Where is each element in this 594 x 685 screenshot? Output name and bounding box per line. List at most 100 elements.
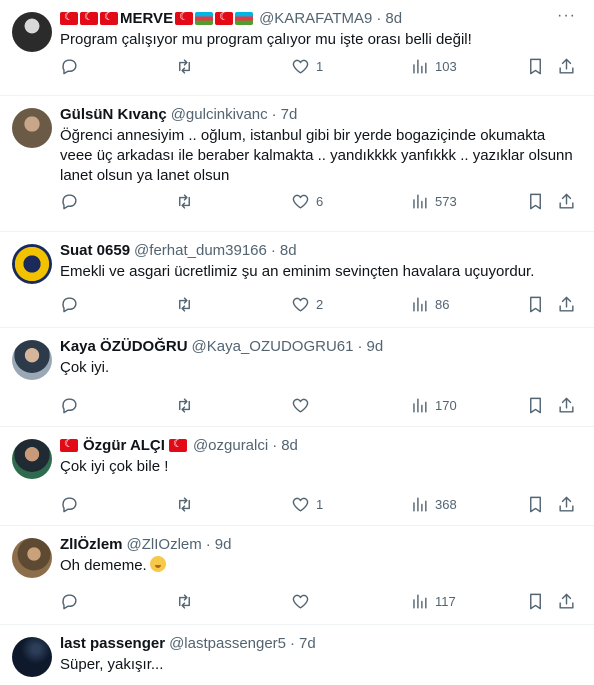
heart-icon	[292, 497, 309, 512]
author-name[interactable]: Özgür ALÇI	[83, 437, 165, 454]
views-button[interactable]: 170	[410, 396, 457, 415]
like-count: 1	[316, 497, 324, 512]
reply-button[interactable]	[60, 57, 79, 76]
timestamp[interactable]: 7d	[281, 106, 298, 123]
author-name[interactable]: last passenger	[60, 635, 165, 652]
like-button[interactable]	[291, 592, 310, 611]
author-name[interactable]: ZlIÖzlem	[60, 536, 123, 553]
author-handle[interactable]: @ZlIOzlem	[127, 536, 202, 553]
heart-icon	[292, 594, 309, 609]
author-name[interactable]: MERVE	[120, 10, 173, 27]
timestamp[interactable]: 8d	[385, 10, 402, 27]
bookmark-button[interactable]	[526, 57, 545, 76]
author-handle[interactable]: @ozguralci	[193, 437, 268, 454]
timestamp[interactable]: 9d	[366, 338, 383, 355]
avatar[interactable]	[12, 637, 52, 677]
reply-button[interactable]	[60, 396, 79, 415]
retweet-icon	[179, 594, 190, 609]
timestamp[interactable]: 7d	[299, 635, 316, 652]
views-count: 170	[435, 398, 457, 413]
retweet-icon	[179, 59, 190, 74]
author-handle[interactable]: @ferhat_dum39166	[134, 242, 267, 259]
like-button[interactable]: 1	[291, 495, 323, 514]
views-icon	[413, 398, 427, 413]
avatar[interactable]	[12, 12, 52, 52]
avatar[interactable]	[12, 538, 52, 578]
reply-button[interactable]	[60, 495, 79, 514]
tweet-item[interactable]: GülsüN Kıvanç @gulcinkivanc · 7d Öğrenci…	[0, 96, 594, 232]
share-button[interactable]	[557, 57, 576, 76]
share-button[interactable]	[557, 495, 576, 514]
bookmark-button[interactable]	[526, 495, 545, 514]
author-name[interactable]: Suat 0659	[60, 242, 130, 259]
reply-button[interactable]	[60, 192, 79, 211]
views-button[interactable]: 368	[410, 495, 457, 514]
bookmark-icon	[530, 58, 541, 75]
views-count: 368	[435, 497, 457, 512]
tweet-item[interactable]: Kaya ÖZÜDOĞRU @Kaya_OZUDOGRU61 · 9d Çok …	[0, 328, 594, 427]
author-handle[interactable]: @lastpassenger5	[169, 635, 286, 652]
author-handle[interactable]: @gulcinkivanc	[171, 106, 268, 123]
reply-button[interactable]	[60, 592, 79, 611]
heart-icon	[292, 59, 309, 74]
author-handle[interactable]: @Kaya_OZUDOGRU61	[192, 338, 354, 355]
bookmark-button[interactable]	[526, 592, 545, 611]
tweet-item[interactable]: last passenger @lastpassenger5 · 7d Süpe…	[0, 625, 594, 685]
views-count: 573	[435, 194, 457, 209]
tweet-item[interactable]: Suat 0659 @ferhat_dum39166 · 8d Emekli v…	[0, 232, 594, 328]
tweet-item[interactable]: Özgür ALÇI @ozguralci · 8d Çok iyi çok b…	[0, 427, 594, 526]
tweet-item[interactable]: MERVE @KARAFATMA9 · 8d ··· Program çalış…	[0, 0, 594, 96]
share-button[interactable]	[557, 396, 576, 415]
tweet-text: Öğrenci annesiyim .. oğlum, istanbul gib…	[60, 127, 573, 184]
heart-icon	[292, 398, 309, 413]
views-button[interactable]: 86	[410, 295, 449, 314]
share-button[interactable]	[557, 295, 576, 314]
heart-icon	[292, 297, 309, 312]
retweet-button[interactable]	[175, 396, 194, 415]
tweet-text-row: Oh dememe.	[60, 556, 580, 576]
author-handle[interactable]: @KARAFATMA9	[259, 10, 372, 27]
bookmark-button[interactable]	[526, 192, 545, 211]
retweet-icon	[179, 398, 190, 413]
share-button[interactable]	[557, 192, 576, 211]
timestamp[interactable]: 9d	[215, 536, 232, 553]
author-name[interactable]: Kaya ÖZÜDOĞRU	[60, 338, 188, 355]
like-button[interactable]	[291, 396, 310, 415]
retweet-button[interactable]	[175, 57, 194, 76]
retweet-button[interactable]	[175, 592, 194, 611]
bookmark-button[interactable]	[526, 396, 545, 415]
flag-tr-icon	[215, 10, 234, 25]
like-button[interactable]: 1	[291, 57, 323, 76]
views-icon	[413, 497, 427, 512]
views-button[interactable]: 103	[410, 57, 457, 76]
avatar[interactable]	[12, 439, 52, 479]
avatar[interactable]	[12, 108, 52, 148]
author-name[interactable]: GülsüN Kıvanç	[60, 106, 167, 123]
reply-icon	[62, 59, 77, 75]
avatar[interactable]	[12, 340, 52, 380]
retweet-button[interactable]	[175, 192, 194, 211]
tweet-item[interactable]: ZlIÖzlem @ZlIOzlem · 9d Oh dememe. 117	[0, 526, 594, 625]
share-icon	[559, 193, 574, 209]
share-button[interactable]	[557, 592, 576, 611]
more-icon[interactable]: ···	[557, 7, 576, 25]
share-icon	[559, 397, 574, 413]
views-count: 103	[435, 59, 457, 74]
like-button[interactable]: 2	[291, 295, 323, 314]
like-button[interactable]: 6	[291, 192, 323, 211]
views-button[interactable]: 573	[410, 192, 457, 211]
views-button[interactable]: 117	[410, 592, 456, 611]
views-count: 117	[435, 594, 456, 609]
flag-az-icon	[195, 11, 214, 25]
avatar[interactable]	[12, 244, 52, 284]
flag-tr-icon	[168, 437, 187, 452]
retweet-button[interactable]	[175, 295, 194, 314]
flag-tr-icon	[60, 10, 78, 25]
reply-button[interactable]	[60, 295, 79, 314]
timestamp[interactable]: 8d	[280, 242, 297, 259]
timestamp[interactable]: 8d	[281, 437, 298, 454]
retweet-button[interactable]	[175, 495, 194, 514]
bookmark-button[interactable]	[526, 295, 545, 314]
separator-dot: ·	[357, 337, 363, 355]
shushing-face-emoji-icon	[149, 556, 166, 572]
